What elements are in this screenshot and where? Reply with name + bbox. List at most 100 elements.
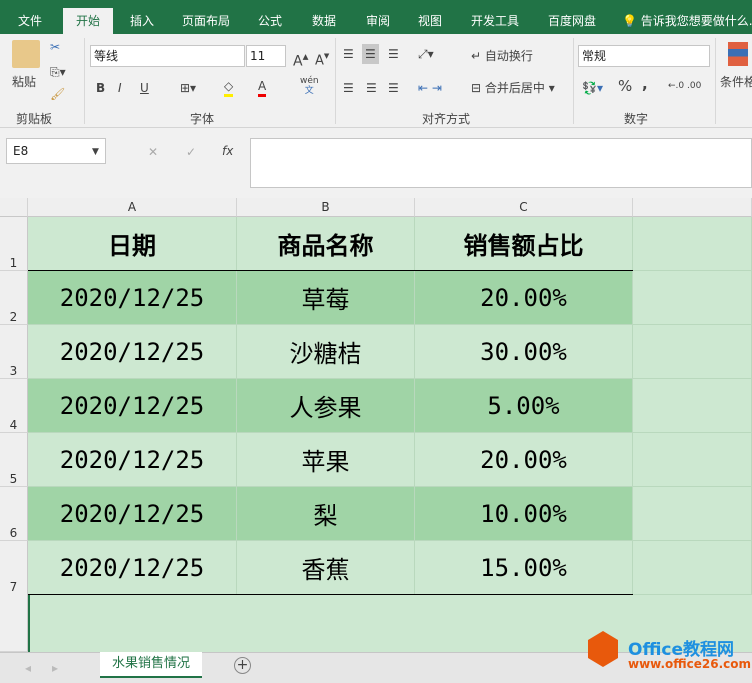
copy-icon[interactable]: ⎘▾ <box>50 64 66 80</box>
cell[interactable]: 销售额占比 <box>415 217 633 271</box>
comma-button[interactable]: , <box>642 76 648 92</box>
cut-icon[interactable]: ✂ <box>50 39 60 55</box>
row-header-1[interactable]: 1 <box>0 217 28 271</box>
paste-button[interactable]: 粘贴 <box>12 74 36 90</box>
font-name-select[interactable]: 等线 <box>90 45 245 67</box>
row-header-7[interactable]: 7 <box>0 541 28 595</box>
cell[interactable]: 5.00% <box>415 379 633 433</box>
fill-color-icon[interactable]: ◇ <box>224 78 234 97</box>
name-box[interactable]: E8 <box>6 138 106 164</box>
cell[interactable]: 20.00% <box>415 271 633 325</box>
cell[interactable]: 2020/12/25 <box>28 487 237 541</box>
scroll-left-icon[interactable]: ◂ <box>25 660 31 676</box>
align-bottom-icon[interactable]: ☰ <box>388 46 399 62</box>
formula-input[interactable] <box>250 138 752 188</box>
conditional-format-icon[interactable] <box>728 42 748 66</box>
border-icon[interactable]: ⊞▾ <box>180 80 196 96</box>
cell[interactable]: 梨 <box>237 487 415 541</box>
align-left-icon[interactable]: ☰ <box>343 80 354 96</box>
row-number: 6 <box>9 526 18 540</box>
row-header-6[interactable]: 6 <box>0 487 28 541</box>
paste-icon[interactable] <box>12 40 40 68</box>
format-painter-icon[interactable]: 🖌 <box>50 86 65 102</box>
column-header-c[interactable]: C <box>415 198 633 217</box>
worksheet-grid[interactable]: A B C 1 日期 商品名称 销售额占比 2 2020/12/25 草莓 20.00% 3 20… <box>0 198 752 652</box>
empty-cell[interactable] <box>633 487 752 541</box>
tell-me-box[interactable]: 💡 告诉我您想要做什么... <box>622 8 752 34</box>
phonetic-icon[interactable]: wén 文 <box>300 76 319 96</box>
orientation-icon[interactable]: ⤢▾ <box>418 46 434 62</box>
row-header-2[interactable]: 2 <box>0 271 28 325</box>
align-right-icon[interactable]: ☰ <box>388 80 399 96</box>
align-center-icon[interactable]: ☰ <box>366 80 377 96</box>
empty-cell[interactable] <box>633 433 752 487</box>
font-color-icon[interactable]: A <box>258 78 267 97</box>
enter-icon[interactable]: ✓ <box>186 144 196 160</box>
empty-cell[interactable] <box>633 325 752 379</box>
wrap-text-button[interactable]: ↵ 自动换行 <box>471 48 533 64</box>
align-top-icon[interactable]: ☰ <box>343 46 354 62</box>
empty-cell[interactable] <box>633 271 752 325</box>
cell[interactable]: 日期 <box>28 217 237 271</box>
column-header-a[interactable]: A <box>28 198 237 217</box>
tab-developer[interactable]: 开发工具 <box>465 8 525 34</box>
row-header-5[interactable]: 5 <box>0 433 28 487</box>
conditional-format-button[interactable]: 条件格 <box>720 74 752 90</box>
cell[interactable]: 2020/12/25 <box>28 541 237 595</box>
tab-home[interactable]: 开始 <box>63 8 113 34</box>
insert-function-button[interactable]: fx <box>222 143 233 159</box>
percent-button[interactable]: % <box>618 78 632 94</box>
align-middle-icon[interactable]: ☰ <box>362 44 379 64</box>
tab-insert[interactable]: 插入 <box>120 8 164 34</box>
add-sheet-icon[interactable]: + <box>234 657 251 674</box>
cell[interactable]: 15.00% <box>415 541 633 595</box>
name-box-dropdown-icon[interactable]: ▼ <box>92 144 99 160</box>
cell[interactable]: 2020/12/25 <box>28 379 237 433</box>
tab-baidu[interactable]: 百度网盘 <box>542 8 602 34</box>
empty-cell[interactable] <box>633 541 752 595</box>
cell[interactable]: 草莓 <box>237 271 415 325</box>
tab-formulas[interactable]: 公式 <box>250 8 290 34</box>
tab-data[interactable]: 数据 <box>304 8 344 34</box>
underline-button[interactable]: U <box>140 80 149 96</box>
sheet-tab-active[interactable]: 水果销售情况 <box>100 652 202 678</box>
column-header-b[interactable]: B <box>237 198 415 217</box>
select-all-corner[interactable] <box>0 198 28 217</box>
tab-review[interactable]: 审阅 <box>358 8 398 34</box>
row-header-3[interactable]: 3 <box>0 325 28 379</box>
italic-button[interactable]: I <box>118 80 122 96</box>
cell[interactable]: 20.00% <box>415 433 633 487</box>
cell[interactable]: 2020/12/25 <box>28 271 237 325</box>
row-header-4[interactable]: 4 <box>0 379 28 433</box>
cancel-icon[interactable]: ✕ <box>148 144 158 160</box>
cell[interactable]: 商品名称 <box>237 217 415 271</box>
bold-button[interactable]: B <box>96 80 105 96</box>
indent-icons[interactable]: ⇤ ⇥ <box>418 80 442 96</box>
tab-view[interactable]: 视图 <box>410 8 450 34</box>
cell[interactable]: 苹果 <box>237 433 415 487</box>
decimal-icons[interactable]: ←.0 .00 <box>668 78 701 94</box>
cell[interactable]: 30.00% <box>415 325 633 379</box>
cell[interactable]: 香蕉 <box>237 541 415 595</box>
empty-cell[interactable] <box>633 217 752 271</box>
cell[interactable]: 2020/12/25 <box>28 325 237 379</box>
tab-file[interactable]: 文件 <box>8 8 52 34</box>
cell[interactable]: 10.00% <box>415 487 633 541</box>
cell[interactable]: 沙糖桔 <box>237 325 415 379</box>
cell[interactable]: 人参果 <box>237 379 415 433</box>
scroll-right-icon[interactable]: ▸ <box>52 660 58 676</box>
row-header-8[interactable] <box>0 594 28 652</box>
merge-center-button[interactable]: ⊟ 合并后居中 ▾ <box>471 80 555 96</box>
decrease-font-icon[interactable]: A▾ <box>315 48 329 69</box>
row-number: 1 <box>9 256 18 270</box>
increase-font-icon[interactable]: A▴ <box>293 48 308 70</box>
column-header-d[interactable] <box>633 198 752 217</box>
cell[interactable]: 2020/12/25 <box>28 433 237 487</box>
empty-cell[interactable] <box>633 379 752 433</box>
tab-page-layout[interactable]: 页面布局 <box>175 8 237 34</box>
font-size-select[interactable]: 11 <box>246 45 286 67</box>
currency-icon[interactable]: 💱▾ <box>582 80 603 96</box>
number-format-select[interactable]: 常规 <box>578 45 710 67</box>
merge-icon: ⊟ <box>471 81 482 95</box>
row-number: 3 <box>9 364 18 378</box>
